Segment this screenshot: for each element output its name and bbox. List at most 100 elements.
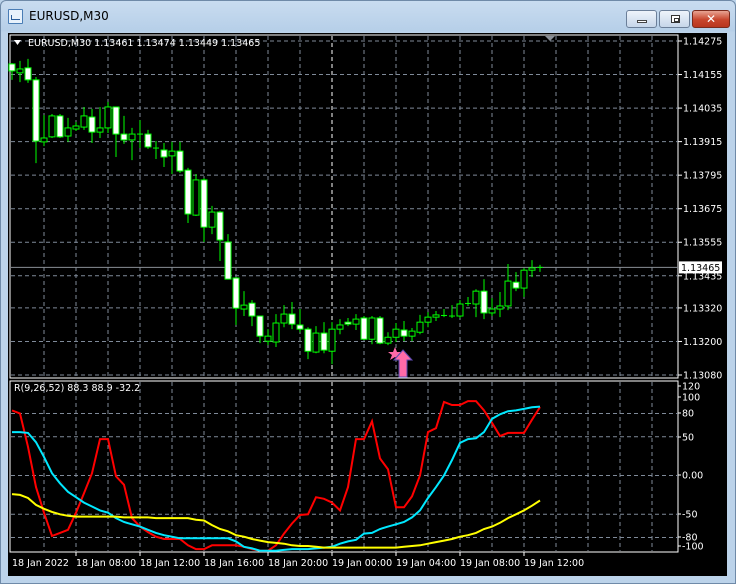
candle	[408, 328, 416, 342]
candle	[176, 141, 184, 173]
indicator-axis-label: 80	[682, 409, 694, 420]
candle-body	[384, 336, 392, 344]
candle-body	[288, 313, 296, 325]
price-axis-label: 1.13200	[683, 337, 722, 348]
chart-shift-marker-icon[interactable]	[545, 36, 555, 41]
candle-body	[8, 63, 16, 72]
price-axis-label: 1.14155	[683, 70, 722, 81]
candle	[256, 315, 264, 344]
candle-body	[208, 211, 216, 228]
time-axis-label: 18 Jan 12:00	[140, 558, 200, 569]
candle-body	[232, 277, 240, 309]
candle	[112, 106, 120, 157]
candle-body	[528, 267, 536, 271]
candle-body	[64, 127, 72, 137]
candle	[168, 141, 176, 175]
candle	[392, 323, 400, 343]
candle-body	[408, 330, 416, 337]
candle-body	[328, 328, 336, 352]
candle	[296, 309, 304, 333]
candle-body	[392, 328, 400, 338]
candle-body	[56, 115, 64, 138]
candle-body	[496, 305, 504, 310]
candle	[32, 77, 40, 164]
price-axis-label: 1.13320	[683, 303, 722, 314]
candle-body	[376, 317, 384, 344]
candle	[160, 143, 168, 168]
candle-body	[72, 125, 80, 130]
candle-body	[24, 67, 32, 81]
candle-body	[96, 127, 104, 133]
candle-body	[168, 150, 176, 157]
candle	[456, 300, 464, 318]
candle-body	[128, 133, 136, 141]
candle-body	[112, 106, 120, 135]
price-axis-label: 1.13915	[683, 137, 722, 148]
candle-body	[264, 335, 272, 342]
candle	[288, 302, 296, 330]
candle	[72, 122, 80, 131]
candle	[64, 117, 72, 142]
candle-body	[120, 133, 128, 141]
candle	[488, 298, 496, 317]
candle	[432, 310, 440, 322]
candle-body	[104, 106, 112, 129]
candle-body	[512, 281, 520, 289]
price-axis-label: 1.13795	[683, 171, 722, 182]
price-axis-label: 1.13675	[683, 204, 722, 215]
candle	[88, 108, 96, 144]
candle-body	[144, 133, 152, 148]
candle-body	[416, 321, 424, 333]
candle	[480, 279, 488, 320]
time-axis-label: 18 Jan 16:00	[204, 558, 264, 569]
candle	[80, 106, 88, 130]
candle	[344, 317, 352, 327]
candle	[40, 115, 48, 147]
indicator-series-line	[12, 405, 541, 552]
candle-body	[360, 317, 368, 340]
candle	[328, 322, 336, 365]
candle-body	[400, 329, 408, 337]
time-axis-label: 19 Jan 12:00	[524, 558, 584, 569]
price-chart[interactable]: 1.14275 1.14155 1.14035 1.13915 1.13795 1.136…	[0, 0, 736, 584]
candle-body	[184, 169, 192, 215]
candle-body	[80, 115, 88, 128]
chart-header: EURUSD,M30 1.13461 1.13474 1.13449 1.134…	[28, 38, 260, 49]
candle-body	[352, 318, 360, 325]
candle-body	[432, 314, 440, 318]
chart-menu-triangle-icon[interactable]	[14, 40, 21, 45]
candle-body	[488, 308, 496, 314]
candle-body	[176, 150, 184, 172]
candle-body	[272, 322, 280, 343]
candle	[472, 289, 480, 318]
time-axis-label: 18 Jan 2022	[12, 558, 69, 569]
candle	[120, 115, 128, 144]
candle	[153, 141, 159, 159]
indicator-axis-label: 0.00	[682, 471, 703, 482]
time-axis-label: 19 Jan 00:00	[332, 558, 392, 569]
price-axis-label: 1.13555	[683, 238, 722, 249]
indicator-series-line	[11, 493, 541, 549]
indicator-axis-label: -50	[682, 510, 698, 521]
candle-body	[472, 290, 480, 305]
candle	[304, 327, 312, 360]
indicator-pane-border	[9, 380, 679, 553]
candle-body	[200, 179, 208, 228]
candle-body	[32, 79, 40, 142]
candle-body	[160, 149, 168, 158]
main-pane-border	[9, 34, 679, 379]
candle	[528, 260, 536, 278]
candle	[56, 113, 64, 138]
candle	[441, 309, 447, 318]
candle	[200, 177, 208, 242]
candle-body	[424, 316, 432, 323]
candle	[352, 314, 360, 331]
candle	[248, 300, 256, 327]
candle-body	[40, 137, 48, 143]
candle	[312, 326, 320, 354]
candle	[496, 291, 504, 318]
candle-body	[336, 324, 344, 330]
candle-body	[256, 315, 264, 337]
candle	[449, 305, 455, 318]
candle-body	[344, 321, 352, 325]
